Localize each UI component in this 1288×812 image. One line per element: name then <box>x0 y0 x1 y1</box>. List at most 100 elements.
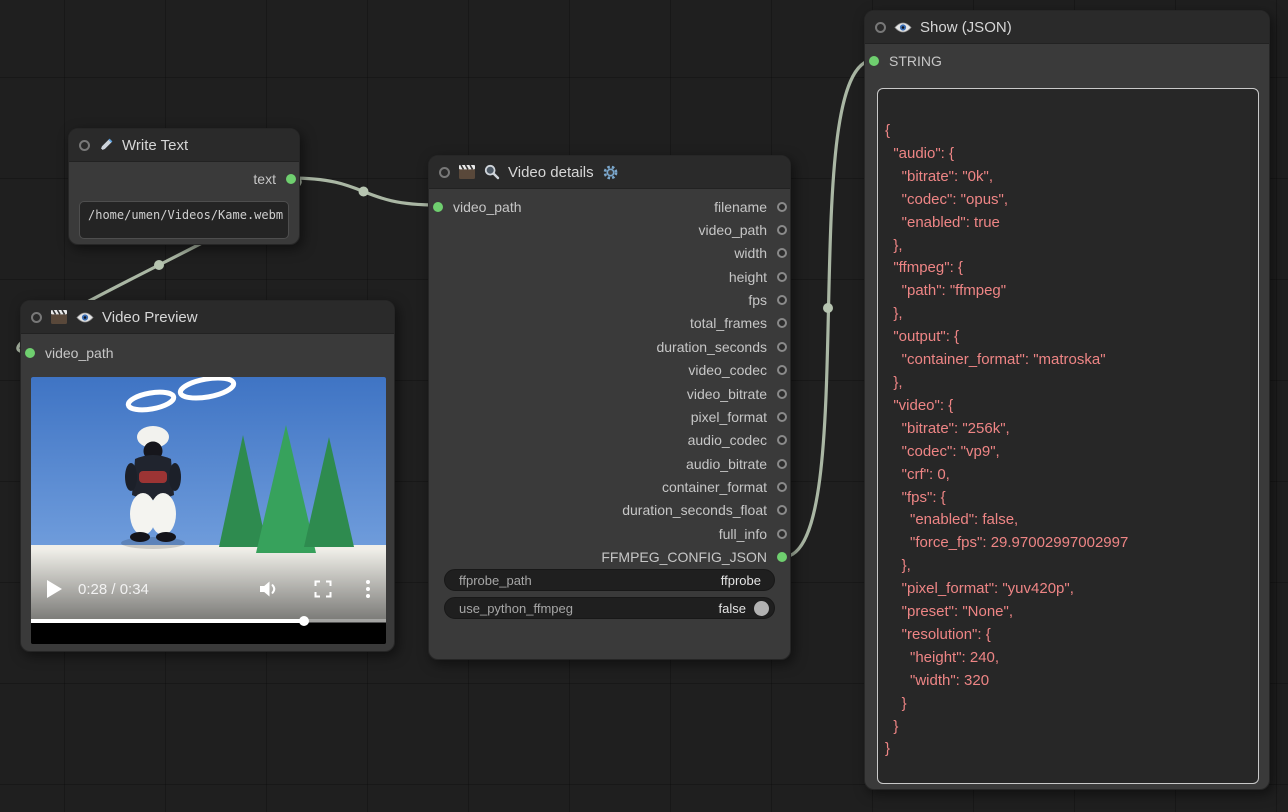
collapse-toggle[interactable] <box>439 167 450 178</box>
output-slot: FFMPEG_CONFIG_JSON <box>429 545 790 568</box>
output-slot-dot[interactable] <box>777 389 787 399</box>
output-slot-label: text <box>253 171 276 187</box>
node-show-json[interactable]: Show (JSON) STRING { "audio": { "bitrate… <box>864 10 1270 790</box>
node-title: Write Text <box>122 137 188 154</box>
collapse-toggle[interactable] <box>875 22 886 33</box>
eye-icon <box>894 21 912 34</box>
output-slot-label: height <box>729 269 767 285</box>
clapperboard-icon <box>50 309 68 325</box>
node-video-preview[interactable]: Video Preview video_path <box>20 300 395 652</box>
output-slot-dot[interactable] <box>777 272 787 282</box>
node-video-details[interactable]: Video details video_path filename video_p… <box>428 155 791 660</box>
output-slot-dot[interactable] <box>777 552 787 562</box>
video-player[interactable]: 0:28 / 0:34 <box>31 377 386 644</box>
widget-label: ffprobe_path <box>459 573 532 588</box>
output-slot: fps <box>429 288 790 311</box>
output-slot-dot[interactable] <box>777 202 787 212</box>
output-slot-dot[interactable] <box>777 318 787 328</box>
node-title: Video details <box>508 164 594 181</box>
output-slot: video_path <box>429 218 790 241</box>
widget-value: false <box>719 601 754 616</box>
character-shadow <box>121 537 185 549</box>
output-slot: width <box>429 242 790 265</box>
pen-icon <box>98 137 114 153</box>
output-slot-label: width <box>734 245 767 261</box>
node-graph-canvas[interactable]: Write Text text /home/umen/Videos/Kame.w… <box>0 0 1288 812</box>
node-title-bar[interactable]: Write Text <box>69 129 299 162</box>
widget-ffprobe_path[interactable]: ffprobe_pathffprobe <box>444 569 775 591</box>
output-slot: duration_seconds_float <box>429 499 790 522</box>
output-slot-dot[interactable] <box>777 295 787 305</box>
output-slot-label: audio_bitrate <box>686 456 767 472</box>
node-title-bar[interactable]: Video Preview <box>21 301 394 334</box>
output-slot-text: text <box>253 167 296 191</box>
video-progress-bar[interactable] <box>31 619 386 623</box>
output-slot: duration_seconds <box>429 335 790 358</box>
output-slot-dot[interactable] <box>777 435 787 445</box>
output-slot-dot[interactable] <box>777 225 787 235</box>
volume-icon[interactable] <box>258 580 280 598</box>
eye-icon <box>76 311 94 324</box>
output-slot: total_frames <box>429 312 790 335</box>
video-progress-thumb[interactable] <box>299 616 309 626</box>
node-title-bar[interactable]: Video details <box>429 156 790 189</box>
input-slot-dot[interactable] <box>869 56 879 66</box>
output-slot: video_bitrate <box>429 382 790 405</box>
output-slot: audio_codec <box>429 429 790 452</box>
link-midpoint-dot[interactable] <box>154 260 164 270</box>
output-slot-label: fps <box>748 292 767 308</box>
widget-use_python_ffmpeg[interactable]: use_python_ffmpeg false <box>444 597 775 619</box>
gear-icon <box>602 164 619 181</box>
link-midpoint-dot[interactable] <box>823 303 833 313</box>
input-slot-label: video_path <box>45 345 114 361</box>
input-slot-video-path: video_path <box>25 341 114 365</box>
link-midpoint-dot[interactable] <box>359 187 369 197</box>
right-controls <box>258 580 370 598</box>
output-slot-label: audio_codec <box>688 432 767 448</box>
output-slot-dot[interactable] <box>286 174 296 184</box>
output-slot-dot[interactable] <box>777 482 787 492</box>
node-title: Video Preview <box>102 309 198 326</box>
output-slot-label: duration_seconds <box>656 339 767 355</box>
video-details-widgets: ffprobe_pathffprobe use_python_ffmpeg fals… <box>444 569 775 625</box>
output-slot: full_info <box>429 522 790 545</box>
collapse-toggle[interactable] <box>79 140 90 151</box>
collapse-toggle[interactable] <box>31 312 42 323</box>
time-display: 0:28 / 0:34 <box>78 581 149 598</box>
input-slot-string: STRING <box>869 49 942 73</box>
output-slot-dot[interactable] <box>777 412 787 422</box>
output-slot: audio_bitrate <box>429 452 790 475</box>
node-title: Show (JSON) <box>920 19 1012 36</box>
output-slot-label: total_frames <box>690 315 767 331</box>
text-input-widget[interactable]: /home/umen/Videos/Kame.webm <box>79 201 289 239</box>
json-output-box[interactable]: { "audio": { "bitrate": "0k", "codec": "… <box>877 88 1259 784</box>
more-options-icon[interactable] <box>366 580 370 598</box>
output-slot-dot[interactable] <box>777 365 787 375</box>
output-slot-dot[interactable] <box>777 248 787 258</box>
play-button[interactable] <box>47 580 62 598</box>
widget-label: use_python_ffmpeg <box>459 601 573 616</box>
output-slot: pixel_format <box>429 405 790 428</box>
output-slot-dot[interactable] <box>777 529 787 539</box>
node-title-bar[interactable]: Show (JSON) <box>865 11 1269 44</box>
output-slot-label: duration_seconds_float <box>622 502 767 518</box>
output-slot-dot[interactable] <box>777 505 787 515</box>
output-slot-label: video_bitrate <box>687 386 767 402</box>
output-slot: filename <box>429 195 790 218</box>
output-slot-dot[interactable] <box>777 342 787 352</box>
magnifier-icon <box>484 164 500 180</box>
input-slot-label: STRING <box>889 53 942 69</box>
input-slot-dot[interactable] <box>25 348 35 358</box>
output-slot: video_codec <box>429 359 790 382</box>
video-progress-fill <box>31 619 304 623</box>
toggle-knob[interactable] <box>754 601 769 616</box>
output-slot-label: video_path <box>698 222 767 238</box>
output-slot-label: video_codec <box>688 362 767 378</box>
fullscreen-icon[interactable] <box>314 580 332 598</box>
output-slot-label: container_format <box>662 479 767 495</box>
video-details-outputs: filename video_pathwidth height fps total_fr… <box>429 195 790 569</box>
json-output-text: { "audio": { "bitrate": "0k", "codec": "… <box>878 89 1258 761</box>
output-slot-dot[interactable] <box>777 459 787 469</box>
node-write-text[interactable]: Write Text text /home/umen/Videos/Kame.w… <box>68 128 300 245</box>
clapperboard-icon <box>458 164 476 180</box>
